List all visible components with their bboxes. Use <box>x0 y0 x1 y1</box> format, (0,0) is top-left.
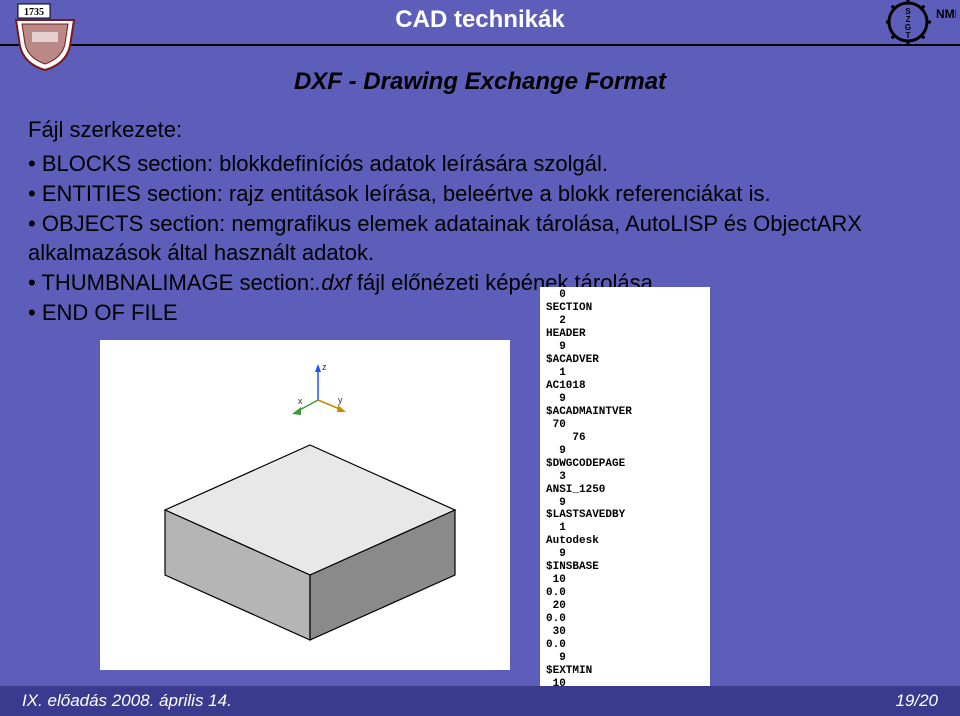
svg-text:y: y <box>338 395 343 405</box>
svg-text:1735: 1735 <box>24 7 44 18</box>
slide-footer: IX. előadás 2008. április 14. 19/20 <box>0 686 960 716</box>
bullet-lead: THUMBNALIMAGE section: <box>41 270 315 295</box>
svg-text:z: z <box>322 362 327 372</box>
dxf-code-listing: 0 SECTION 2 HEADER 9 $ACADVER 1 AC1018 9… <box>540 287 710 693</box>
bullet-item: ENTITIES section: rajz entitások leírása… <box>28 180 932 208</box>
bullet-italic: .dxf <box>315 270 357 295</box>
bullet-item: BLOCKS section: blokkdefiníciós adatok l… <box>28 150 932 178</box>
cad-viewport: z y x <box>100 340 510 670</box>
bullet-item: END OF FILE <box>28 299 932 327</box>
bullet-lead: BLOCKS section: <box>42 151 213 176</box>
bullet-item: OBJECTS section: nemgrafikus elemek adat… <box>28 210 932 266</box>
slide-header: 1735 CAD technikák S Z <box>0 0 960 46</box>
svg-text:T: T <box>906 31 911 40</box>
svg-text:x: x <box>298 396 303 406</box>
bullet-list: BLOCKS section: blokkdefiníciós adatok l… <box>28 150 932 327</box>
bullet-text: blokkdefiníciós adatok leírására szolgál… <box>213 151 608 176</box>
slide-subtitle: DXF - Drawing Exchange Format <box>0 68 960 96</box>
slide-title: CAD technikák <box>0 0 960 34</box>
svg-text:NME: NME <box>936 7 956 21</box>
bullet-lead: ENTITIES section: <box>42 181 223 206</box>
coordinate-axes-icon: z y x <box>288 360 348 425</box>
bullet-item: THUMBNALIMAGE section:.dxf fájl előnézet… <box>28 269 932 297</box>
bullet-lead: END OF FILE <box>42 300 178 325</box>
footer-left: IX. előadás 2008. április 14. <box>22 691 232 711</box>
footer-page-number: 19/20 <box>895 691 938 711</box>
university-crest-icon: 1735 <box>10 2 80 72</box>
bullet-text: rajz entitások leírása, beleértve a blok… <box>223 181 771 206</box>
section-heading: Fájl szerkezete: <box>28 116 932 144</box>
isometric-box-icon <box>140 425 480 660</box>
slide-body: Fájl szerkezete: BLOCKS section: blokkde… <box>0 96 960 327</box>
bullet-lead: OBJECTS section: <box>42 211 225 236</box>
gear-logo-icon: S Z G T NME <box>886 0 956 44</box>
